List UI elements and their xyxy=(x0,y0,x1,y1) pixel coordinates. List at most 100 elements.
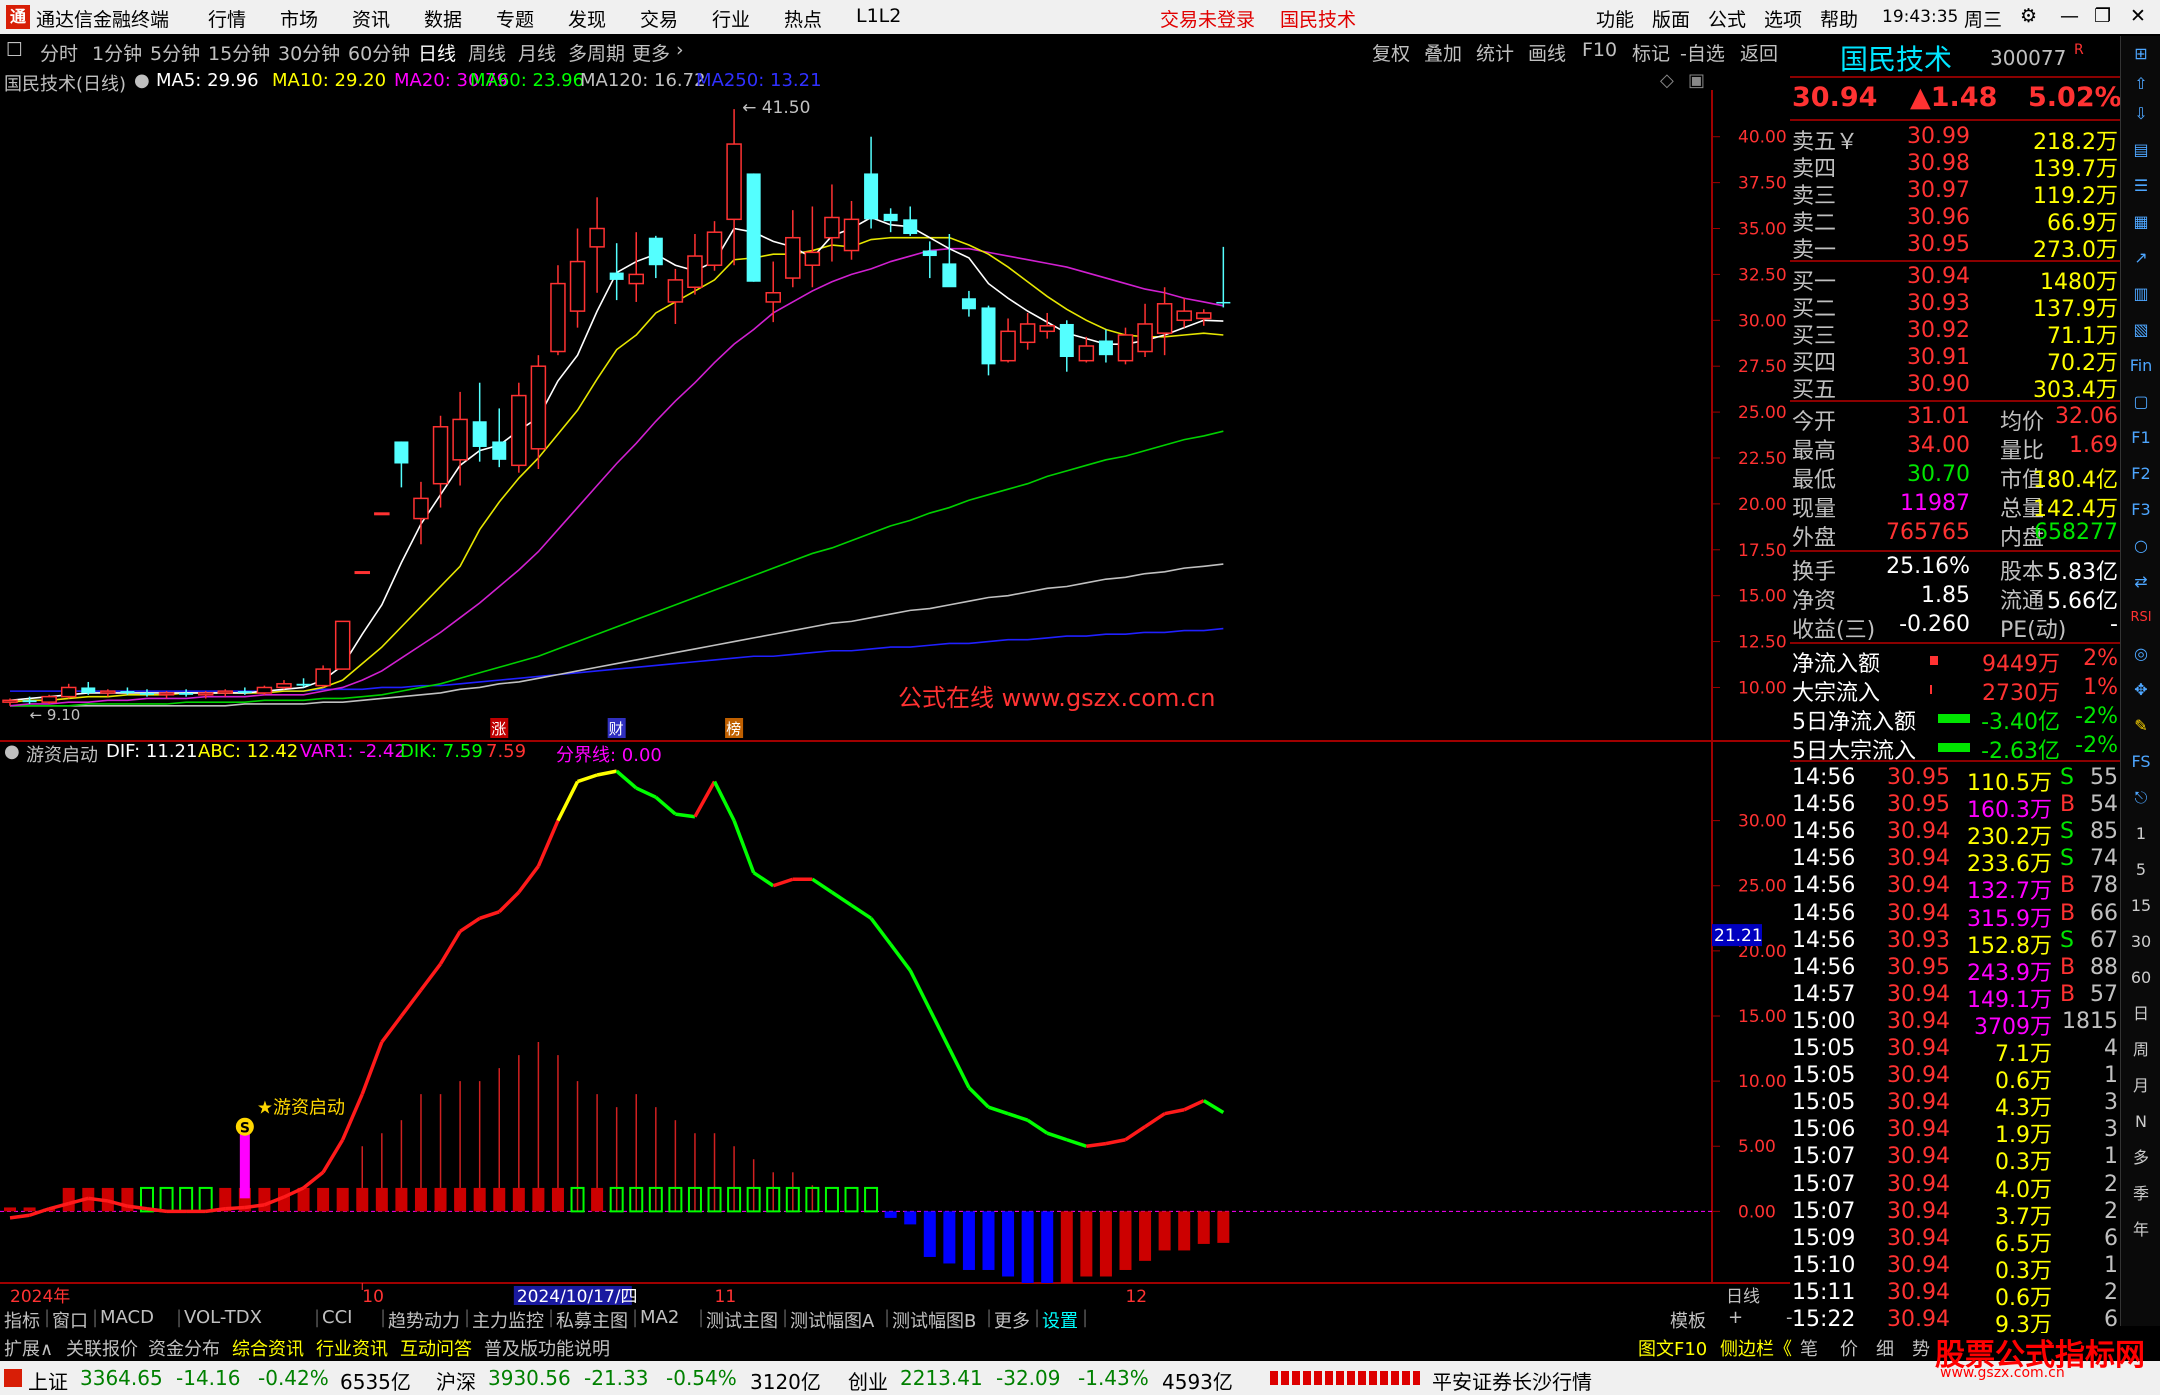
period-day-icon[interactable]: 日 xyxy=(2127,1000,2155,1028)
indicator-tab[interactable]: 主力监控 xyxy=(472,1307,544,1333)
tool-biaoji[interactable]: 标记 xyxy=(1632,39,1670,66)
arrows-icon[interactable]: ⇄ xyxy=(2127,568,2155,596)
menu-gongshi[interactable]: 公式 xyxy=(1708,5,1746,32)
indicator-tab[interactable]: CCI xyxy=(322,1307,352,1328)
close-icon[interactable]: ✕ xyxy=(2130,5,2146,27)
sh-label[interactable]: 上证 xyxy=(28,1366,68,1395)
period-monthly[interactable]: 月线 xyxy=(518,39,556,66)
info-tab[interactable]: 综合资讯 xyxy=(232,1335,304,1361)
tab-right-control[interactable]: 模板 xyxy=(1670,1307,1706,1333)
tool-tongji[interactable]: 统计 xyxy=(1476,39,1514,66)
period-5-icon[interactable]: 5 xyxy=(2127,856,2155,884)
f1-icon[interactable]: F1 xyxy=(2127,424,2155,452)
list-icon[interactable]: ☰ xyxy=(2127,172,2155,200)
menu-zhuanti[interactable]: 专题 xyxy=(496,5,534,32)
period-multi-icon[interactable]: 多 xyxy=(2127,1144,2155,1172)
circle-icon[interactable]: ○ xyxy=(2127,532,2155,560)
diamond-icon[interactable]: ◇ xyxy=(1660,70,1674,91)
hs-label[interactable]: 沪深 xyxy=(436,1366,476,1395)
tool-huaxian[interactable]: 画线 xyxy=(1528,39,1566,66)
chevron-right-icon[interactable]: › xyxy=(676,39,684,61)
period-week-icon[interactable]: 周 xyxy=(2127,1036,2155,1064)
menu-xuanxiang[interactable]: 选项 xyxy=(1764,5,1802,32)
settings-icon[interactable]: ⚙ xyxy=(2020,5,2037,27)
indicator-tab[interactable]: 私募主图 xyxy=(556,1307,628,1333)
indicator-tab[interactable]: 设置 xyxy=(1042,1307,1078,1333)
tab-right-control[interactable]: - xyxy=(1786,1307,1793,1328)
period-60-icon[interactable]: 60 xyxy=(2127,964,2155,992)
indicator-tab[interactable]: 窗口 xyxy=(52,1307,88,1333)
info-tab[interactable]: 资金分布 xyxy=(148,1335,220,1361)
menu-faxian[interactable]: 发现 xyxy=(568,5,606,32)
bars-icon[interactable]: ▥ xyxy=(2127,280,2155,308)
menu-bangzhu[interactable]: 帮助 xyxy=(1820,5,1858,32)
export-icon[interactable]: ⎋ xyxy=(2127,784,2155,812)
move-icon[interactable]: ✥ xyxy=(2127,676,2155,704)
tab-right-control[interactable]: + xyxy=(1728,1307,1743,1328)
menu-shuju[interactable]: 数据 xyxy=(424,5,462,32)
indicator-tab[interactable]: 测试幅图B xyxy=(892,1307,976,1333)
info-tab-right[interactable]: 笔 xyxy=(1800,1335,1818,1361)
legend-toggle-icon[interactable]: ● xyxy=(134,70,150,91)
period-weekly[interactable]: 周线 xyxy=(468,39,506,66)
menu-hangqing[interactable]: 行情 xyxy=(208,5,246,32)
menu-jiaoyi[interactable]: 交易 xyxy=(640,5,678,32)
collapse-icon[interactable]: ☐ xyxy=(6,39,23,61)
info-tab[interactable]: 普及版功能说明 xyxy=(484,1335,610,1361)
indicator-tab[interactable]: 更多 xyxy=(994,1307,1030,1333)
menu-shichang[interactable]: 市场 xyxy=(280,5,318,32)
arrow-up-icon[interactable]: ⇧ xyxy=(2127,70,2155,98)
rsi-icon[interactable]: RSI xyxy=(2127,604,2155,632)
period-more[interactable]: 更多 xyxy=(632,39,670,66)
table-icon[interactable]: ▧ xyxy=(2127,316,2155,344)
doc-icon[interactable]: ▢ xyxy=(2127,388,2155,416)
indicator-tab[interactable]: 测试幅图A xyxy=(790,1307,874,1333)
period-30min[interactable]: 30分钟 xyxy=(278,39,340,66)
cy-label[interactable]: 创业 xyxy=(848,1366,888,1395)
f3-icon[interactable]: F3 xyxy=(2127,496,2155,524)
menu-redian[interactable]: 热点 xyxy=(784,5,822,32)
indicator-tab[interactable]: VOL-TDX xyxy=(184,1307,262,1328)
info-tab-right[interactable]: 细 xyxy=(1876,1335,1894,1361)
indicator-tab[interactable]: 指标 xyxy=(4,1307,40,1333)
grid-icon[interactable]: ▦ xyxy=(2127,208,2155,236)
menu-zixun[interactable]: 资讯 xyxy=(352,5,390,32)
indicator-tab[interactable]: MA2 xyxy=(640,1307,679,1328)
arrow-down-icon[interactable]: ⇩ xyxy=(2127,100,2155,128)
info-tab[interactable]: 行业资讯 xyxy=(316,1335,388,1361)
period-15-icon[interactable]: 15 xyxy=(2127,892,2155,920)
tool-zixuan[interactable]: -自选 xyxy=(1680,39,1725,66)
period-season-icon[interactable]: 季 xyxy=(2127,1180,2155,1208)
period-daily[interactable]: 日线 xyxy=(418,39,456,66)
trade-status[interactable]: 交易未登录 xyxy=(1160,5,1255,32)
fin-icon[interactable]: Fin xyxy=(2127,352,2155,380)
target-icon[interactable]: ◎ xyxy=(2127,640,2155,668)
info-tab-right[interactable]: 侧边栏《 xyxy=(1720,1335,1792,1361)
period-fenshi[interactable]: 分时 xyxy=(40,39,78,66)
menu-l1l2[interactable]: L1L2 xyxy=(856,5,901,27)
indicator-tab[interactable]: MACD xyxy=(100,1307,154,1328)
info-tab[interactable]: 互动问答 xyxy=(400,1335,472,1361)
period-15min[interactable]: 15分钟 xyxy=(208,39,270,66)
indicator-tab[interactable]: 测试主图 xyxy=(706,1307,778,1333)
info-tab-right[interactable]: 图文F10 xyxy=(1638,1335,1707,1361)
restore-icon[interactable]: ❐ xyxy=(2094,5,2111,27)
menu-gongneng[interactable]: 功能 xyxy=(1596,5,1634,32)
period-5min[interactable]: 5分钟 xyxy=(150,39,200,66)
period-n-icon[interactable]: N xyxy=(2127,1108,2155,1136)
period-year-icon[interactable]: 年 xyxy=(2127,1216,2155,1244)
fs-icon[interactable]: FS xyxy=(2127,748,2155,776)
period-60min[interactable]: 60分钟 xyxy=(348,39,410,66)
info-tab[interactable]: 扩展∧ xyxy=(4,1335,53,1361)
period-1min[interactable]: 1分钟 xyxy=(92,39,142,66)
indicator-tab[interactable]: 趋势动力 xyxy=(388,1307,460,1333)
chart-icon[interactable]: ▤ xyxy=(2127,136,2155,164)
window-toggle-icon[interactable]: ▣ xyxy=(1688,70,1705,91)
period-multi[interactable]: 多周期 xyxy=(568,39,625,66)
menu-hangye[interactable]: 行业 xyxy=(712,5,750,32)
period-30-icon[interactable]: 30 xyxy=(2127,928,2155,956)
period-month-icon[interactable]: 月 xyxy=(2127,1072,2155,1100)
tool-diejia[interactable]: 叠加 xyxy=(1424,39,1462,66)
pencil-icon[interactable]: ✎ xyxy=(2127,712,2155,740)
period-1-icon[interactable]: 1 xyxy=(2127,820,2155,848)
